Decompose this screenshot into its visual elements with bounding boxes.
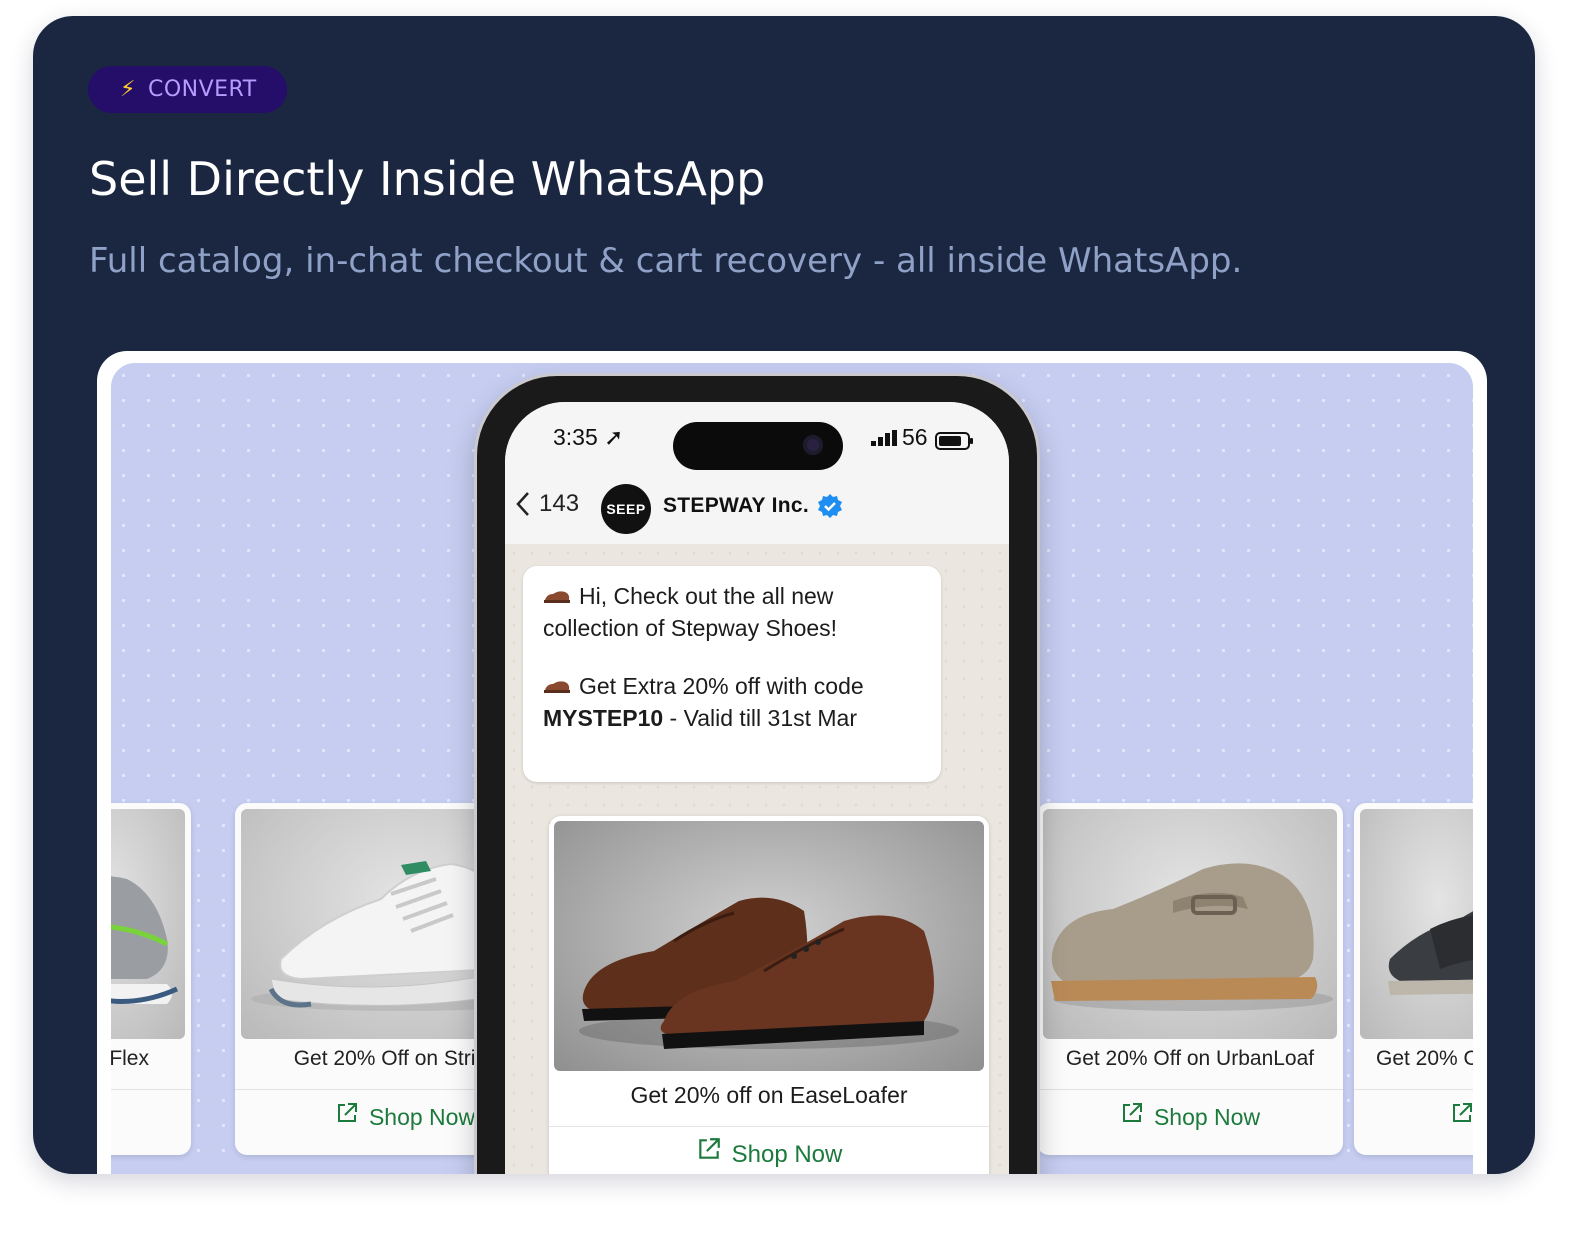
shop-now-label: Shop Now — [731, 1141, 843, 1168]
product-caption: Get 20% Off on UrbanLoaf — [1065, 1047, 1315, 1070]
promo-code: MYSTEP10 — [543, 705, 664, 731]
product-card-sneaker-flex[interactable]: Flex — [111, 803, 191, 1155]
divider — [1037, 1089, 1343, 1090]
phone-screen: 3:35 ➚ 56 143 SEEP STEPWAY Inc. Hi, Chec… — [505, 402, 1009, 1174]
shop-now-button[interactable]: Shop Now — [549, 1136, 989, 1169]
external-link-icon — [696, 1136, 722, 1169]
divider — [111, 1089, 191, 1090]
message-line-1: Hi, Check out the all new collection of … — [543, 583, 838, 641]
product-caption: Get 20% Off — [1376, 1047, 1473, 1070]
chevron-left-icon — [516, 492, 529, 516]
signal-bars-icon — [871, 430, 897, 446]
product-image — [1360, 809, 1473, 1039]
preview-stage: Flex Get 20% Off on StrideFl Shop Now Ge… — [111, 363, 1473, 1174]
feature-card: ⚡ CONVERT Sell Directly Inside WhatsApp … — [33, 16, 1535, 1174]
shoe-emoji-icon — [544, 591, 570, 603]
product-image — [111, 809, 185, 1039]
badge-label: CONVERT — [147, 77, 257, 102]
feature-title: Sell Directly Inside WhatsApp — [89, 152, 766, 206]
dynamic-island — [673, 422, 843, 470]
external-link-icon — [335, 1101, 359, 1131]
convert-badge: ⚡ CONVERT — [88, 66, 287, 113]
external-link-icon — [1120, 1101, 1144, 1131]
status-time: 3:35 ➚ — [553, 424, 624, 450]
avatar[interactable]: SEEP — [601, 484, 651, 534]
status-bar: 3:35 ➚ 56 — [505, 402, 1009, 472]
camera-icon — [803, 435, 823, 455]
divider — [1354, 1089, 1473, 1090]
message-line-2: Get Extra 20% off with code MYSTEP10 - V… — [543, 673, 864, 731]
shop-now-button[interactable]: Shop Now — [1037, 1101, 1343, 1131]
divider — [549, 1126, 989, 1127]
shoe-emoji-icon — [544, 681, 570, 693]
unread-count: 143 — [539, 490, 580, 517]
product-image — [554, 821, 984, 1071]
battery-icon — [935, 432, 973, 450]
verified-badge-icon — [818, 494, 842, 518]
contact-name[interactable]: STEPWAY Inc. — [663, 494, 809, 518]
product-caption: Flex — [111, 1047, 149, 1070]
product-image — [1043, 809, 1337, 1039]
lightning-bolt-icon: ⚡ — [120, 77, 136, 102]
product-caption: Get 20% off on EaseLoafer — [630, 1082, 908, 1108]
battery-percent: 56 — [902, 424, 928, 450]
product-card-urbanloafer[interactable]: Get 20% Off on UrbanLoaf Shop Now — [1037, 803, 1343, 1155]
featured-product-card[interactable]: Get 20% off on EaseLoafer Shop Now — [549, 816, 989, 1174]
back-button[interactable]: 143 — [515, 490, 579, 518]
chat-header: 143 SEEP STEPWAY Inc. — [505, 472, 1009, 545]
message-bubble: Hi, Check out the all new collection of … — [523, 566, 941, 782]
external-link-icon — [1450, 1101, 1473, 1131]
shop-now-button[interactable]: Sh — [1354, 1101, 1473, 1131]
feature-subtitle: Full catalog, in-chat checkout & cart re… — [89, 241, 1243, 281]
shop-now-label: Shop Now — [368, 1104, 476, 1130]
product-card-partial-right[interactable]: Get 20% Off Sh — [1354, 803, 1473, 1155]
location-arrow-icon: ➚ — [604, 424, 624, 450]
shop-now-label: Shop Now — [1153, 1104, 1261, 1130]
phone-mockup: 3:35 ➚ 56 143 SEEP STEPWAY Inc. Hi, Chec… — [477, 376, 1037, 1174]
